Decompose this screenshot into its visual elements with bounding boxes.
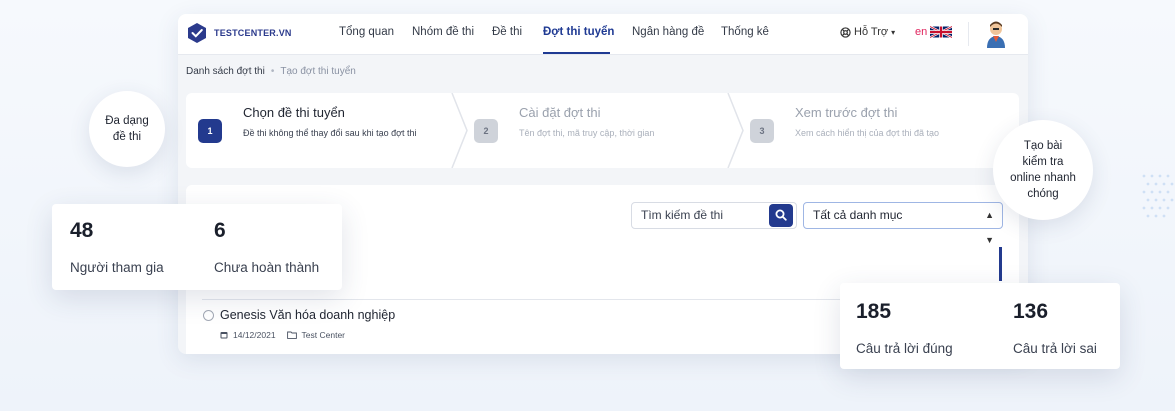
step-2[interactable]: 2 Cài đặt đợt thi Tên đợt thi, mã truy c… — [462, 93, 732, 168]
language-label: en — [915, 26, 928, 38]
nav-thong-ke[interactable]: Thống kê — [721, 26, 769, 38]
bubble-right-line4: chóng — [1027, 188, 1059, 200]
bubble-right-line1: Tạo bài — [1023, 140, 1063, 152]
nav-de-thi[interactable]: Đề thi — [492, 26, 522, 38]
lifebuoy-icon — [840, 26, 851, 38]
nav-tong-quan[interactable]: Tổng quan — [339, 26, 394, 38]
nav-divider — [968, 22, 969, 46]
step-3-title: Xem trước đợt thi — [795, 105, 898, 120]
step-2-title: Cài đặt đợt thi — [519, 105, 601, 120]
calendar-icon — [220, 332, 228, 339]
shield-check-icon — [188, 23, 206, 43]
bubble-left-line2: đề thi — [112, 131, 142, 143]
category-select[interactable]: Tất cả danh mục ▲ ▼ — [803, 202, 1003, 245]
top-navbar: TESTCENTER.VN Tổng quan Nhóm đề thi Đề t… — [178, 14, 1028, 55]
exam-meta: 14/12/2021 Test Center — [220, 330, 345, 340]
nav-dot-thi-tuyen[interactable]: Đợt thi tuyển — [543, 26, 614, 38]
search-button[interactable] — [769, 204, 793, 227]
incomplete-count: 6 — [214, 219, 226, 242]
participants-count: 48 — [70, 219, 94, 242]
step-1-number: 1 — [198, 119, 222, 143]
nav-ngan-hang-de[interactable]: Ngân hàng đề — [632, 26, 704, 38]
stats-card-right: 185 Câu trả lời đúng 136 Câu trả lời sai — [840, 283, 1120, 369]
step-1[interactable]: 1 Chọn đề thi tuyển Đề thi không thể tha… — [186, 93, 456, 168]
brand-logo[interactable]: TESTCENTER.VN — [186, 22, 292, 44]
help-dropdown[interactable]: Hỗ Trợ ▾ — [840, 26, 895, 38]
participants-label: Người tham gia — [70, 260, 164, 275]
brand-name: TESTCENTER.VN — [214, 28, 292, 38]
breadcrumb: Danh sách đợt thi • Tạo đợt thi tuyển — [186, 66, 356, 77]
language-switcher[interactable]: en — [915, 26, 953, 38]
step-3-desc: Xem cách hiển thị của đợt thi đã tạo — [795, 128, 939, 138]
exam-date: 14/12/2021 — [233, 330, 276, 340]
help-label: Hỗ Trợ — [854, 26, 889, 38]
scrollbar-thumb[interactable] — [999, 247, 1002, 281]
feature-bubble-right: Tạo bài kiểm tra online nhanh chóng — [993, 120, 1093, 220]
step-1-title: Chọn đề thi tuyển — [243, 105, 345, 120]
bubble-right-line3: online nhanh — [1010, 172, 1076, 184]
active-tab-indicator — [543, 52, 610, 54]
breadcrumb-next: Tạo đợt thi tuyển — [280, 66, 356, 77]
breadcrumb-current[interactable]: Danh sách đợt thi — [186, 66, 265, 77]
incomplete-label: Chưa hoàn thành — [214, 260, 320, 275]
exam-title[interactable]: Genesis Văn hóa doanh nghiệp — [220, 308, 395, 322]
exam-folder: Test Center — [301, 330, 346, 340]
step-3[interactable]: 3 Xem trước đợt thi Xem cách hiển thị củ… — [738, 93, 1008, 168]
breadcrumb-dot-icon: • — [270, 66, 275, 77]
wizard-stepper: 1 Chọn đề thi tuyển Đề thi không thể tha… — [186, 93, 1019, 168]
correct-answers-label: Câu trả lời đúng — [856, 341, 953, 356]
bubble-left-line1: Đa dạng — [105, 115, 149, 127]
nav-nhom-de-thi[interactable]: Nhóm đề thi — [412, 26, 474, 38]
decorative-dot-pattern — [1142, 174, 1174, 218]
wrong-answers-count: 136 — [1013, 300, 1049, 323]
step-1-desc: Đề thi không thể thay đổi sau khi tạo đợ… — [243, 128, 417, 138]
bubble-right-line2: kiểm tra — [1022, 156, 1064, 168]
user-avatar[interactable] — [984, 20, 1008, 48]
wrong-answers-label: Câu trả lời sai — [1013, 341, 1097, 356]
step-2-number: 2 — [474, 119, 498, 143]
stats-card-left: 48 Người tham gia 6 Chưa hoàn thành — [52, 204, 342, 290]
chevron-down-icon: ▾ — [891, 27, 896, 37]
feature-bubble-left: Đa dạng đề thi — [89, 91, 165, 167]
step-3-number: 3 — [750, 119, 774, 143]
sort-arrows-icon: ▲ ▼ — [985, 210, 994, 245]
folder-icon — [286, 331, 297, 339]
correct-answers-count: 185 — [856, 300, 892, 323]
search-icon — [775, 209, 787, 221]
category-select-value: Tất cả danh mục — [813, 208, 903, 222]
uk-flag-icon — [930, 26, 953, 38]
step-2-desc: Tên đợt thi, mã truy cập, thời gian — [519, 128, 655, 138]
exam-radio[interactable] — [203, 310, 214, 321]
